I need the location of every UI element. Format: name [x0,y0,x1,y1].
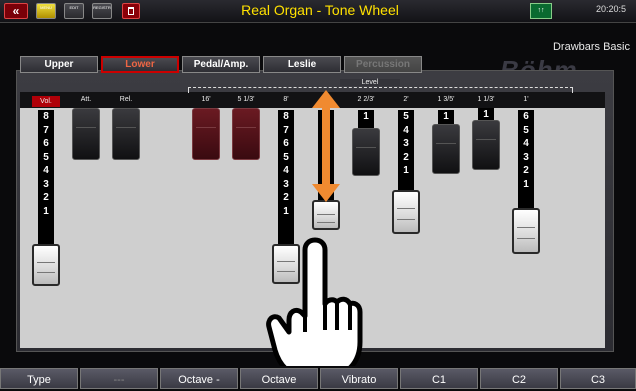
tab-leslie[interactable]: Leslie [263,56,341,73]
menu-label: MENU [40,5,52,10]
drawbar-handle-4[interactable] [312,200,340,230]
drawbar-handle-rel[interactable] [112,108,140,160]
drawbar-handle-1[interactable] [512,208,540,254]
drawbar-1[interactable]: 6 5 4 3 2 1 [518,110,534,208]
level-bracket [188,87,573,93]
clock: 20:20:5 [596,4,627,14]
drawbar-handle-1-3-5[interactable] [432,124,460,174]
col-label-2: 2' [403,96,409,103]
trash-icon [128,7,134,15]
split-button[interactable]: ↑↑ [530,3,552,19]
drawbar-handle-att[interactable] [72,108,100,160]
drawbar-1-1-3[interactable]: 1 [478,108,494,120]
col-label-rel: Rel. [119,96,133,103]
drawbar-handle-vol[interactable] [32,244,60,286]
tab-percussion: Percussion [344,56,422,73]
page-subtitle: Drawbars Basic [552,41,630,53]
drawbar-handle-2-2-3[interactable] [352,128,380,176]
drawbar-handle-5-1-3[interactable] [232,108,260,160]
registration-label: REGISTR [93,5,111,10]
drawbar-handle-16[interactable] [192,108,220,160]
fkey-c3[interactable]: C3 [560,368,636,389]
fkey-c2[interactable]: C2 [480,368,558,389]
col-label-1-3-5: 1 3/5' [437,96,455,103]
double-arrow-icon [312,90,340,202]
fkey-vibrato[interactable]: Vibrato [320,368,398,389]
fkey-c1[interactable]: C1 [400,368,478,389]
edit-label: EDIT [69,5,79,10]
fkey-octave-down[interactable]: Octave - [160,368,238,389]
col-label-vol: Vol. [32,96,60,107]
fkey-octave-up[interactable]: Octave [240,368,318,389]
col-label-5-1-3: 5 1/3' [237,96,255,103]
hand-pointer-icon [266,237,363,380]
tab-lower[interactable]: Lower [101,56,179,73]
drawbar-handle-2[interactable] [392,190,420,234]
level-label: Level [340,79,400,86]
drawbar-8[interactable]: 8 7 6 5 4 3 2 1 [278,110,294,244]
drawbar-1-3-5[interactable]: 1 [438,110,454,124]
fkey-empty: --- [80,368,158,389]
registration-button[interactable]: REGISTR [92,3,112,19]
drawbar-vol[interactable]: 8 7 6 5 4 3 2 1 [38,110,54,244]
page-title: Real Organ - Tone Wheel [241,2,399,18]
double-chevron-left-icon: « [12,4,20,18]
trash-button[interactable] [122,3,140,19]
tab-upper[interactable]: Upper [20,56,98,73]
drawbar-2-2-3[interactable]: 1 [358,110,374,130]
col-label-att: Att. [80,96,92,103]
col-label-1: 1' [523,96,529,103]
tab-pedal-amp[interactable]: Pedal/Amp. [182,56,260,73]
fkey-type[interactable]: Type [0,368,78,389]
edit-button[interactable]: EDIT [64,3,84,19]
col-label-1-1-3: 1 1/3' [477,96,495,103]
back-button[interactable]: « [4,3,28,19]
col-label-8: 8' [283,96,289,103]
col-label-16: 16' [201,96,211,103]
drawbar-handle-1-1-3[interactable] [472,120,500,170]
col-label-2-2-3: 2 2/3' [357,96,375,103]
menu-button[interactable]: MENU [36,3,56,19]
drawbar-2[interactable]: 5 4 3 2 1 [398,110,414,190]
